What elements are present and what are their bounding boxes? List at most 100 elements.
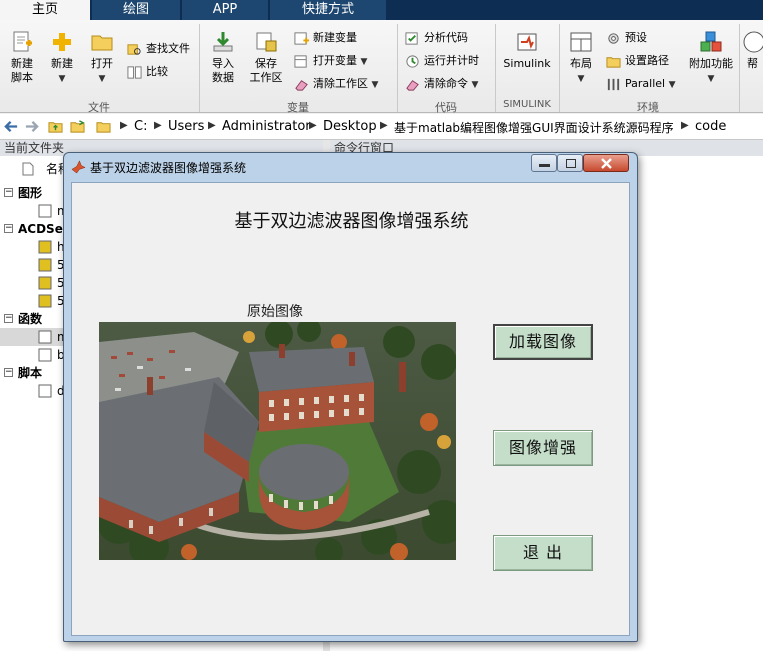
- new-script-label: 新建 脚本: [11, 57, 33, 84]
- file-icon: [38, 204, 52, 218]
- file-group-label: 文件: [88, 101, 110, 114]
- run-and-time-button[interactable]: 运行并计时: [405, 51, 479, 71]
- file-icon: [38, 384, 52, 398]
- compare-label: 比较: [146, 65, 168, 78]
- minimize-icon: [539, 164, 550, 167]
- analyze-code-label: 分析代码: [424, 31, 468, 44]
- parallel-icon: [607, 78, 620, 90]
- enhance-image-button[interactable]: 图像增强: [493, 430, 593, 466]
- tab-shortcuts[interactable]: 快捷方式: [270, 0, 386, 20]
- address-bar: ▶ C: ▶ Users ▶ Administrator ▶ Desktop ▶…: [0, 114, 763, 140]
- up-folder-icon[interactable]: [48, 119, 63, 134]
- preferences-label: 预设: [625, 31, 647, 44]
- save-workspace-button[interactable]: 保存 工作区: [246, 30, 286, 85]
- exit-button[interactable]: 退 出: [493, 535, 593, 571]
- back-arrow-icon[interactable]: [4, 119, 19, 134]
- chevron-down-icon: ▼: [668, 80, 676, 90]
- import-data-button[interactable]: 导入 数据: [204, 30, 242, 85]
- collapse-toggle-icon[interactable]: −: [4, 368, 13, 377]
- compare-button[interactable]: 比较: [127, 62, 168, 82]
- minimize-button[interactable]: [531, 154, 557, 172]
- maximize-button[interactable]: [557, 154, 583, 172]
- environment-group-label: 环境: [637, 101, 659, 114]
- folder-icon: [96, 122, 111, 133]
- campus-aerial-photo: [99, 322, 456, 560]
- analyze-code-button[interactable]: 分析代码: [405, 28, 468, 48]
- breadcrumb-separator: ▶: [208, 120, 216, 131]
- layout-button[interactable]: 布局 ▼: [564, 30, 598, 86]
- gui-titlebar[interactable]: 基于双边滤波器图像增强系统: [64, 153, 637, 179]
- set-path-button[interactable]: 设置路径: [606, 51, 669, 71]
- breadcrumb-code[interactable]: code: [695, 119, 726, 134]
- simulink-label: Simulink: [503, 57, 551, 70]
- chevron-down-icon: ▼: [471, 80, 479, 90]
- preferences-button[interactable]: 预设: [606, 28, 647, 48]
- breadcrumb-separator: ▶: [380, 120, 388, 131]
- collapse-toggle-icon[interactable]: −: [4, 188, 13, 197]
- open-variable-button[interactable]: 打开变量 ▼: [294, 51, 367, 71]
- file-icon: [38, 330, 52, 344]
- import-data-label: 导入 数据: [212, 57, 234, 84]
- chevron-down-icon: ▼: [707, 74, 715, 84]
- find-files-button[interactable]: 查找文件: [127, 39, 190, 59]
- collapse-toggle-icon[interactable]: −: [4, 224, 13, 233]
- open-variable-icon: [294, 54, 307, 68]
- breadcrumb-separator: ▶: [154, 120, 162, 131]
- run-and-time-label: 运行并计时: [424, 54, 479, 67]
- parallel-label: Parallel: [625, 77, 666, 90]
- close-button[interactable]: [583, 154, 629, 172]
- eraser-icon: [295, 79, 308, 91]
- load-image-button[interactable]: 加载图像: [493, 324, 593, 360]
- breadcrumb-administrator[interactable]: Administrator: [222, 119, 311, 134]
- gui-content-area: 基于双边滤波器图像增强系统 原始图像 加载图像 图像增强 退 出: [71, 182, 630, 636]
- help-button[interactable]: 帮: [742, 30, 763, 71]
- new-label: 新建: [51, 57, 73, 70]
- forward-arrow-icon[interactable]: [24, 119, 39, 134]
- breadcrumb-c-drive[interactable]: C:: [134, 119, 147, 134]
- browse-folder-icon[interactable]: [70, 119, 85, 134]
- import-icon: [213, 32, 233, 52]
- find-files-label: 查找文件: [146, 42, 190, 55]
- tab-home[interactable]: 主页: [0, 0, 90, 20]
- clear-workspace-button[interactable]: 清除工作区 ▼: [294, 74, 378, 94]
- addons-cubes-icon: [700, 31, 722, 52]
- breadcrumb-users[interactable]: Users: [168, 119, 204, 134]
- help-icon: [743, 31, 763, 53]
- eraser-icon: [406, 79, 419, 91]
- tree-group-label: 图形: [18, 186, 43, 200]
- variable-group-label: 变量: [287, 101, 309, 114]
- help-label: 帮: [747, 57, 758, 70]
- addons-button[interactable]: 附加功能 ▼: [686, 30, 736, 86]
- tab-apps[interactable]: APP: [182, 0, 268, 20]
- gui-figure-window: 基于双边滤波器图像增强系统 基于双边滤波器图像增强系统 原始图像 加载图像 图像…: [63, 152, 638, 642]
- analyze-code-icon: [405, 31, 418, 45]
- original-image-label: 原始图像: [247, 304, 303, 320]
- chevron-down-icon: ▼: [371, 80, 379, 90]
- chevron-down-icon: ▼: [58, 74, 66, 84]
- collapse-toggle-icon[interactable]: −: [4, 314, 13, 323]
- file-icon: [38, 258, 52, 272]
- find-files-icon: [127, 43, 141, 55]
- clear-commands-button[interactable]: 清除命令 ▼: [405, 74, 478, 94]
- file-icon: [38, 294, 52, 308]
- save-workspace-label: 保存 工作区: [249, 57, 283, 84]
- parallel-button[interactable]: Parallel ▼: [606, 74, 676, 94]
- new-variable-button[interactable]: 新建变量: [294, 28, 357, 48]
- open-variable-label: 打开变量: [313, 54, 357, 67]
- breadcrumb-desktop[interactable]: Desktop: [323, 119, 377, 134]
- original-image-axes: [99, 322, 456, 560]
- new-script-button[interactable]: 新建 脚本: [4, 30, 40, 85]
- open-button[interactable]: 打开 ▼: [84, 30, 120, 86]
- breadcrumb-project-folder[interactable]: 基于matlab编程图像增强GUI界面设计系统源码程序: [394, 119, 674, 136]
- file-icon: [38, 348, 52, 362]
- gui-heading: 基于双边滤波器图像增强系统: [234, 211, 469, 232]
- tab-plots[interactable]: 绘图: [92, 0, 180, 20]
- code-group-label: 代码: [435, 101, 457, 114]
- folder-icon: [606, 56, 621, 68]
- addons-label: 附加功能: [689, 57, 733, 70]
- simulink-button[interactable]: Simulink: [500, 30, 554, 71]
- open-label: 打开: [91, 57, 113, 70]
- plus-icon: [53, 33, 71, 51]
- new-button[interactable]: 新建 ▼: [44, 30, 80, 86]
- file-icon: [38, 276, 52, 290]
